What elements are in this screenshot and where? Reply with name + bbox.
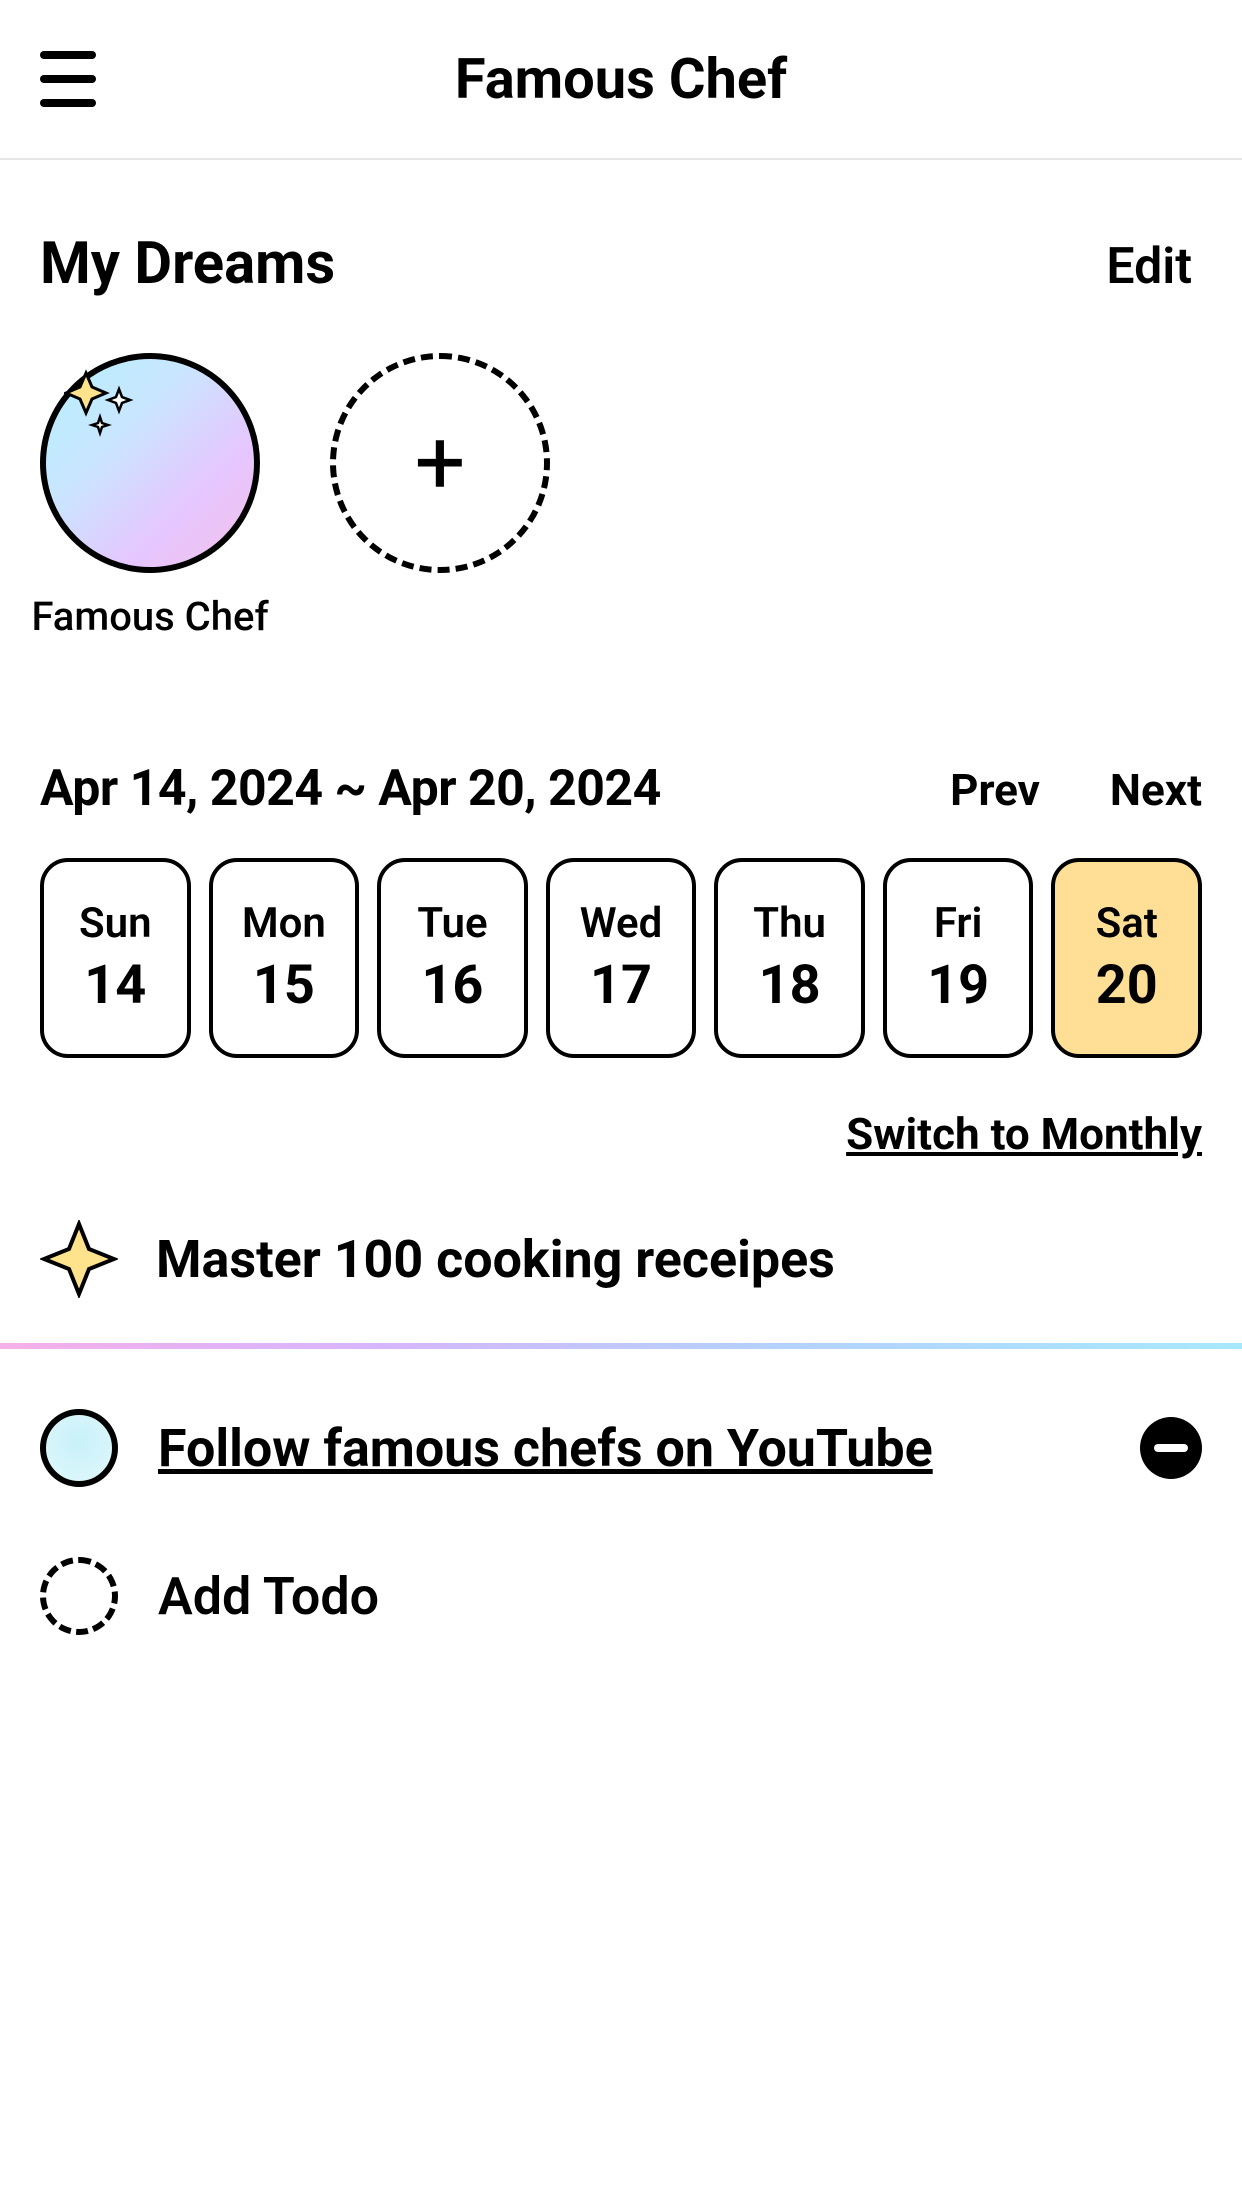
day-wed[interactable]: Wed 17 (546, 858, 697, 1058)
todo-item: Follow famous chefs on YouTube (40, 1409, 1202, 1487)
dream-item-famous-chef[interactable]: Famous Chef (40, 353, 260, 640)
day-fri[interactable]: Fri 19 (883, 858, 1034, 1058)
goal-row: Master 100 cooking receipes (40, 1220, 1202, 1298)
dreams-section-title: My Dreams (40, 230, 335, 298)
dream-label: Famous Chef (31, 593, 268, 640)
next-button[interactable]: Next (1110, 764, 1202, 816)
app-header: Famous Chef (0, 0, 1242, 160)
day-num: 17 (590, 954, 652, 1017)
switch-view-row: Switch to Monthly (40, 1108, 1202, 1160)
day-sun[interactable]: Sun 14 (40, 858, 191, 1058)
switch-to-monthly-button[interactable]: Switch to Monthly (846, 1108, 1202, 1160)
day-thu[interactable]: Thu 18 (714, 858, 865, 1058)
date-range-row: Apr 14, 2024 ~ Apr 20, 2024 Prev Next (40, 760, 1202, 818)
day-name: Tue (417, 899, 487, 948)
minus-icon (1154, 1444, 1188, 1452)
day-name: Wed (580, 899, 662, 948)
plus-icon: + (414, 418, 465, 508)
sparkle-icon (64, 367, 154, 457)
day-num: 14 (84, 954, 146, 1017)
day-name: Sun (79, 899, 152, 948)
add-todo-button[interactable]: Add Todo (40, 1557, 1202, 1635)
dreams-row: Famous Chef + (40, 353, 1202, 640)
day-num: 20 (1096, 954, 1158, 1017)
day-name: Mon (242, 899, 326, 948)
day-tue[interactable]: Tue 16 (377, 858, 528, 1058)
date-nav: Prev Next (950, 764, 1202, 816)
todo-delete-button[interactable] (1140, 1417, 1202, 1479)
menu-icon[interactable] (40, 51, 96, 107)
add-todo-label: Add Todo (158, 1566, 379, 1627)
todo-text[interactable]: Follow famous chefs on YouTube (158, 1418, 1100, 1479)
day-name: Thu (753, 899, 826, 948)
sparkle-icon (40, 1220, 118, 1298)
prev-button[interactable]: Prev (950, 764, 1040, 816)
page-title: Famous Chef (455, 46, 787, 112)
dream-circle (40, 353, 260, 573)
day-sat[interactable]: Sat 20 (1051, 858, 1202, 1058)
day-num: 16 (421, 954, 483, 1017)
goal-text: Master 100 cooking receipes (156, 1229, 835, 1290)
days-row: Sun 14 Mon 15 Tue 16 Wed 17 Thu 18 Fri 1… (40, 858, 1202, 1058)
divider (0, 1343, 1242, 1349)
add-todo-circle-icon (40, 1557, 118, 1635)
add-dream[interactable]: + (330, 353, 550, 573)
day-num: 18 (759, 954, 821, 1017)
add-dream-circle: + (330, 353, 550, 573)
dreams-header: My Dreams Edit (40, 230, 1202, 298)
day-name: Fri (934, 899, 983, 948)
edit-button[interactable]: Edit (1106, 238, 1202, 296)
day-name: Sat (1096, 899, 1158, 948)
day-mon[interactable]: Mon 15 (209, 858, 360, 1058)
date-range-label: Apr 14, 2024 ~ Apr 20, 2024 (40, 760, 661, 818)
day-num: 15 (253, 954, 315, 1017)
day-num: 19 (927, 954, 989, 1017)
todo-checkbox[interactable] (40, 1409, 118, 1487)
